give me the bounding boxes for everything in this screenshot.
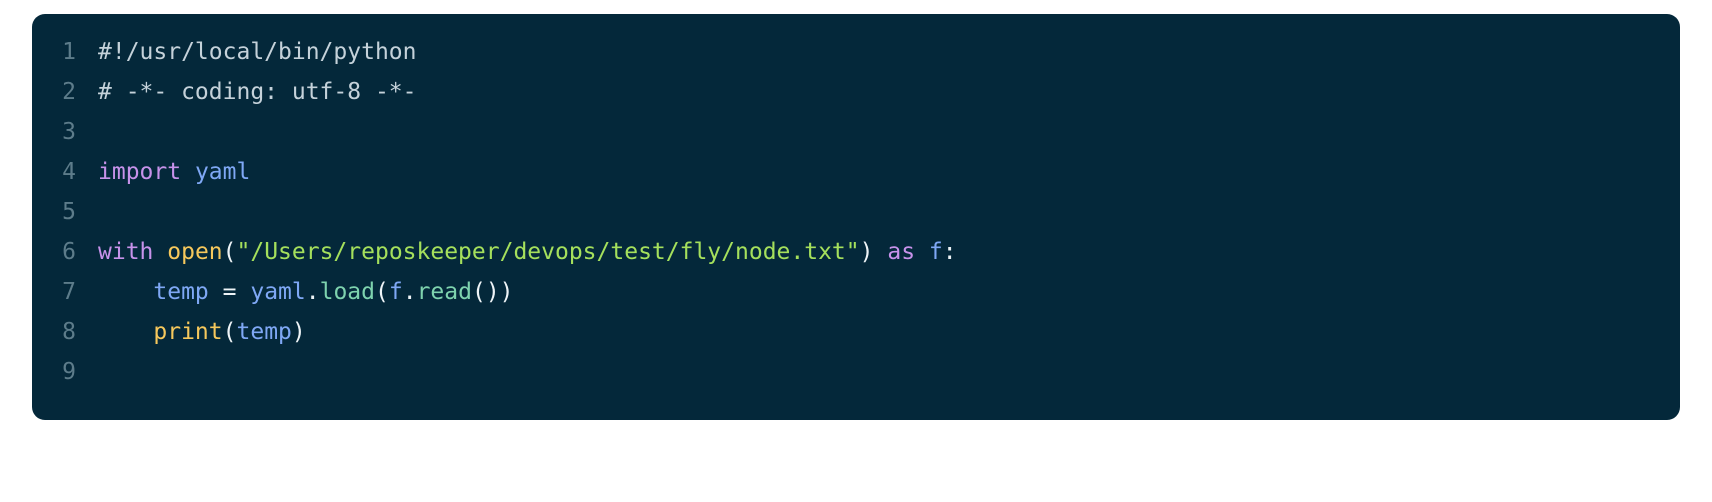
line-number: 5 <box>62 199 76 225</box>
token-builtin: print <box>153 319 223 345</box>
code-line[interactable]: 4 import yaml <box>32 152 1680 192</box>
line-number: 9 <box>62 359 76 385</box>
token-variable: f <box>928 239 943 265</box>
code-block[interactable]: 1 #!/usr/local/bin/python 2 # -*- coding: u… <box>32 14 1680 420</box>
line-content: print(temp) <box>98 312 1680 352</box>
token-punct: : <box>942 239 957 265</box>
line-number: 8 <box>62 319 76 345</box>
token-variable: temp <box>153 279 209 305</box>
token-keyword: import <box>98 159 182 185</box>
line-content: temp = yaml.load(f.read()) <box>98 272 1680 312</box>
token-variable: f <box>388 279 403 305</box>
code-line[interactable]: 5 <box>32 192 1680 232</box>
line-number: 6 <box>62 239 76 265</box>
code-line[interactable]: 9 <box>32 352 1680 392</box>
line-number: 1 <box>62 39 76 65</box>
token-comment: # -*- coding: utf-8 -*- <box>98 79 417 105</box>
token-method: read <box>416 279 472 305</box>
code-line[interactable]: 1 #!/usr/local/bin/python <box>32 32 1680 72</box>
token-keyword: with <box>98 239 154 265</box>
code-line[interactable]: 7 temp = yaml.load(f.read()) <box>32 272 1680 312</box>
token-comment: #!/usr/local/bin/python <box>98 39 417 65</box>
token-punct: ( <box>222 239 237 265</box>
line-number: 7 <box>62 279 76 305</box>
token-string: "/Users/reposkeeper/devops/test/fly/node… <box>236 239 860 265</box>
token-operator: = <box>222 279 237 305</box>
token-punct: . <box>402 279 417 305</box>
line-number: 4 <box>62 159 76 185</box>
code-line-list: 1 #!/usr/local/bin/python 2 # -*- coding: u… <box>32 32 1680 392</box>
line-content: #!/usr/local/bin/python <box>98 32 1680 72</box>
token-variable: yaml <box>250 279 306 305</box>
line-number: 2 <box>62 79 76 105</box>
token-punct: ( <box>375 279 389 305</box>
code-line[interactable]: 8 print(temp) <box>32 312 1680 352</box>
line-number: 3 <box>62 119 76 145</box>
line-content: with open("/Users/reposkeeper/devops/tes… <box>98 232 1680 272</box>
token-punct: ) <box>859 239 874 265</box>
token-punct: () <box>471 279 500 305</box>
token-punct: ) <box>499 279 514 305</box>
token-punct: ) <box>291 319 306 345</box>
token-keyword: as <box>887 239 916 265</box>
token-variable: yaml <box>194 159 251 185</box>
line-content: import yaml <box>98 152 1680 192</box>
code-line[interactable]: 2 # -*- coding: utf-8 -*- <box>32 72 1680 112</box>
token-variable: temp <box>236 319 292 345</box>
line-content: # -*- coding: utf-8 -*- <box>98 72 1680 112</box>
code-line[interactable]: 3 <box>32 112 1680 152</box>
code-line[interactable]: 6 with open("/Users/reposkeeper/devops/te… <box>32 232 1680 272</box>
token-punct: . <box>305 279 320 305</box>
token-punct: ( <box>222 319 237 345</box>
token-builtin: open <box>167 239 223 265</box>
token-method: load <box>319 279 375 305</box>
